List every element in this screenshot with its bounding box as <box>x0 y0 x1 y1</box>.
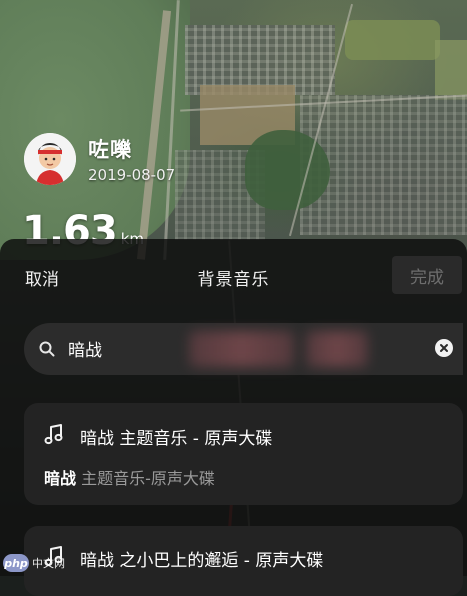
blurred-region <box>306 331 368 367</box>
music-subtitle: 暗战 主题音乐-原声大碟 <box>44 465 215 489</box>
search-bar[interactable] <box>24 323 463 375</box>
clear-icon[interactable] <box>435 339 453 357</box>
map-field <box>435 40 467 100</box>
done-button[interactable]: 完成 <box>392 256 462 294</box>
search-input[interactable] <box>66 337 190 359</box>
avatar-image <box>24 133 76 185</box>
music-title: 暗战 之小巴上的邂逅 - 原声大碟 <box>80 551 324 571</box>
sheet-header: 取消 背景音乐 完成 <box>0 239 467 311</box>
watermark-text: 中文网 <box>32 557 65 570</box>
search-match-highlight: 暗战 <box>44 469 77 488</box>
blurred-region <box>189 331 294 367</box>
music-note-icon <box>44 424 63 445</box>
map-field <box>345 20 440 60</box>
music-subtitle-rest: 主题音乐-原声大碟 <box>76 469 215 488</box>
music-result-item[interactable]: 暗战 之小巴上的邂逅 - 原声大碟 <box>24 526 463 596</box>
search-icon <box>39 341 55 357</box>
music-title: 暗战 主题音乐 - 原声大碟 <box>80 429 273 449</box>
activity-date: 2019-08-07 <box>88 166 176 184</box>
music-result-item[interactable]: 暗战 主题音乐 - 原声大碟 暗战 主题音乐-原声大碟 <box>24 403 463 505</box>
watermark: php 中文网 <box>3 552 65 574</box>
avatar[interactable] <box>24 133 76 185</box>
watermark-logo: php <box>3 554 29 572</box>
user-name: 咗嚛 <box>88 138 132 162</box>
map-lake <box>245 130 330 210</box>
background-music-sheet: 取消 背景音乐 完成 暗战 主题音乐 - 原声大碟 暗战 主题音乐-原声大碟 <box>0 239 467 596</box>
